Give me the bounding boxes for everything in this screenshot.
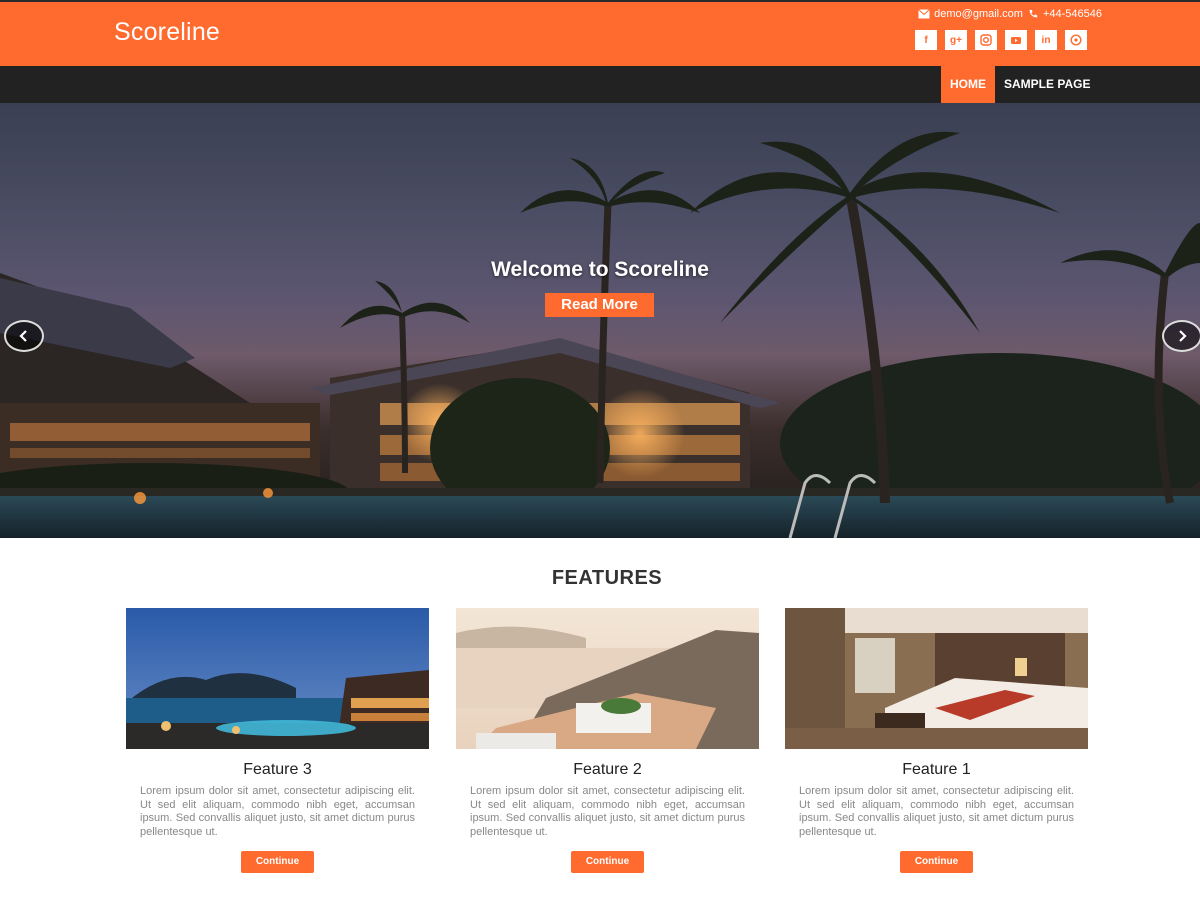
feature-text: Lorem ipsum dolor sit amet, consectetur … <box>140 785 415 838</box>
instagram-icon[interactable] <box>975 30 997 50</box>
youtube-icon[interactable] <box>1005 30 1027 50</box>
hero-title: Welcome to Scoreline <box>491 258 709 281</box>
read-more-button[interactable]: Read More <box>545 293 654 317</box>
feature-image-coast-terrace[interactable] <box>456 608 759 749</box>
envelope-icon <box>918 9 930 19</box>
facebook-icon[interactable]: f <box>915 30 937 50</box>
feature-image-hotel-room[interactable] <box>785 608 1088 749</box>
slider-next-button[interactable] <box>1162 320 1200 352</box>
feature-title: Feature 1 <box>902 761 971 778</box>
contact-info: demo@gmail.com +44-546546 <box>918 8 1102 20</box>
nav-item-home[interactable]: HOME <box>941 66 995 103</box>
pinterest-icon[interactable] <box>1065 30 1087 50</box>
continue-button[interactable]: Continue <box>241 851 314 874</box>
slider-prev-button[interactable] <box>4 320 44 352</box>
facebook-glyph: f <box>924 34 928 46</box>
continue-button[interactable]: Continue <box>900 851 973 874</box>
nav-item-sample-page[interactable]: SAMPLE PAGE <box>995 66 1099 103</box>
linkedin-glyph: in <box>1041 34 1051 46</box>
feature-text: Lorem ipsum dolor sit amet, consectetur … <box>470 785 745 838</box>
feature-card: Feature 1 Lorem ipsum dolor sit amet, co… <box>785 608 1088 874</box>
hero-slider: Welcome to Scoreline Read More <box>0 103 1200 538</box>
google-plus-icon[interactable]: g+ <box>945 30 967 50</box>
feature-card: Feature 3 Lorem ipsum dolor sit amet, co… <box>126 608 429 874</box>
chevron-right-icon <box>1179 330 1187 342</box>
site-header: Scoreline demo@gmail.com +44-546546 f g+… <box>0 0 1200 66</box>
site-title[interactable]: Scoreline <box>114 18 220 47</box>
feature-text: Lorem ipsum dolor sit amet, consectetur … <box>799 785 1074 838</box>
features-heading: FEATURES <box>551 567 663 589</box>
social-links: f g+ in <box>915 30 1087 50</box>
linkedin-icon[interactable]: in <box>1035 30 1057 50</box>
google-plus-glyph: g+ <box>950 34 962 46</box>
hero-image <box>0 131 1200 538</box>
feature-title: Feature 3 <box>243 761 312 778</box>
contact-phone[interactable]: +44-546546 <box>1043 8 1102 20</box>
contact-email[interactable]: demo@gmail.com <box>934 8 1023 20</box>
continue-button[interactable]: Continue <box>571 851 644 874</box>
feature-title: Feature 2 <box>573 761 642 778</box>
phone-icon <box>1029 9 1038 18</box>
feature-card: Feature 2 Lorem ipsum dolor sit amet, co… <box>456 608 759 874</box>
main-navbar: HOME SAMPLE PAGE <box>0 66 1200 103</box>
chevron-left-icon <box>19 330 27 342</box>
main-menu: HOME SAMPLE PAGE <box>941 66 1099 103</box>
feature-image-resort-night[interactable] <box>126 608 429 749</box>
